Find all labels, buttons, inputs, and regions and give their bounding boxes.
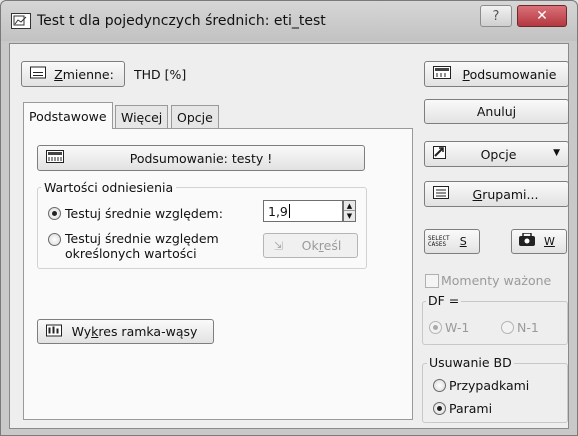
variables-value: THD [%] [134, 67, 187, 82]
radio-pairwise-label[interactable]: Parami [449, 401, 492, 416]
variables-label: mienne: [62, 66, 114, 82]
radio-test-specified-label-1[interactable]: Testuj średnie względem [65, 231, 219, 246]
specify-label-a: Ok [301, 238, 319, 253]
radio-casewise-label[interactable]: Przypadkami [449, 378, 529, 393]
summary-icon [433, 66, 451, 82]
radio-df-n1-label[interactable]: N-1 [517, 320, 539, 335]
tab-wiecej[interactable]: Więcej [115, 105, 169, 128]
tab-page-podstawowe [23, 128, 413, 420]
specify-label-b: eśl [323, 238, 342, 253]
close-button[interactable]: ✕ [517, 5, 567, 27]
boxplot-icon [46, 324, 62, 339]
summary-tests-button[interactable]: Podsumowanie: testy ! [37, 145, 365, 171]
df-label: DF = [426, 293, 462, 308]
radio-casewise[interactable] [433, 379, 446, 392]
summary-label-u: P [462, 66, 470, 82]
specify-button[interactable]: ⇲ Określ [263, 233, 358, 258]
chevron-down-icon: ▼ [553, 148, 560, 158]
tab-label: Opcje [177, 109, 213, 125]
tab-label: Więcej [121, 109, 163, 125]
select-cases-icon-text: CASES [428, 240, 447, 248]
missing-data-label: Usuwanie BD [427, 355, 514, 370]
spin-up-icon[interactable]: ▲ [344, 201, 355, 211]
radio-test-specified[interactable] [48, 233, 61, 246]
reference-value-input[interactable]: 1,9 [263, 200, 343, 222]
select-cases-button[interactable]: SELECT CASES S [424, 229, 480, 254]
tab-label: Podstawowe [29, 108, 107, 124]
tab-opcje[interactable]: Opcje [171, 105, 219, 128]
title-bar[interactable]: Test t dla pojedynczych średnich: eti_te… [1, 1, 577, 41]
radio-test-specified-label-2[interactable]: określonych wartości [65, 246, 197, 261]
variables-button[interactable]: Zmienne: [21, 61, 125, 87]
reference-value-spinner[interactable]: ▲ ▼ [343, 200, 356, 222]
app-icon [11, 13, 31, 29]
window-title: Test t dla pojedynczych średnich: eti_te… [37, 13, 326, 29]
spin-down-icon[interactable]: ▼ [344, 211, 355, 221]
weights-key: W [544, 235, 555, 248]
text-cursor [288, 204, 290, 218]
select-cases-icon: SELECT CASES [428, 235, 450, 248]
options-icon [433, 146, 449, 162]
summary-label: odsumowanie [469, 66, 557, 82]
close-icon: ✕ [536, 8, 548, 24]
boxplot-button[interactable]: Wykres ramka-wąsy [37, 319, 214, 344]
missing-data-group [422, 363, 568, 423]
select-cases-key: S [459, 235, 467, 248]
specify-icon: ⇲ [274, 239, 284, 252]
variables-icon [30, 66, 46, 82]
reference-value-text: 1,9 [268, 203, 288, 219]
dialog-window: Test t dla pojedynczych średnich: eti_te… [0, 0, 578, 436]
summary-tests-label: Podsumowanie: testy ! [129, 150, 273, 166]
radio-df-w1[interactable] [429, 321, 442, 334]
help-button[interactable]: ? [480, 5, 512, 27]
radio-pairwise[interactable] [433, 402, 446, 415]
variables-label-u: Z [54, 66, 63, 82]
groups-label: rupami... [482, 186, 539, 202]
weight-icon [518, 232, 536, 250]
weights-button[interactable]: W [511, 229, 567, 254]
options-button[interactable]: Opcje ▼ [424, 141, 569, 167]
summary-button[interactable]: Podsumowanie [424, 61, 569, 87]
boxplot-label-b: res ramka-wąsy [98, 324, 198, 339]
groups-label-u: G [472, 186, 483, 202]
cancel-button[interactable]: Anuluj [424, 99, 569, 124]
radio-test-vs-label[interactable]: Testuj średnie względem: [65, 206, 223, 221]
radio-df-n1[interactable] [501, 321, 514, 334]
summary-icon [46, 150, 64, 166]
radio-test-vs[interactable] [48, 207, 61, 220]
radio-df-w1-label[interactable]: W-1 [445, 320, 469, 335]
reference-values-label: Wartości odniesienia [41, 180, 177, 195]
weighted-moments-label[interactable]: Momenty ważone [441, 273, 551, 288]
cancel-label: Anuluj [476, 104, 517, 119]
tab-podstawowe[interactable]: Podstawowe [23, 102, 113, 129]
help-icon: ? [492, 8, 500, 24]
boxplot-label-a: Wy [71, 324, 92, 339]
weighted-moments-checkbox[interactable] [425, 274, 439, 288]
groups-button[interactable]: Grupami... [424, 181, 569, 207]
options-label: Opcje [480, 146, 517, 162]
groups-icon [433, 186, 449, 202]
